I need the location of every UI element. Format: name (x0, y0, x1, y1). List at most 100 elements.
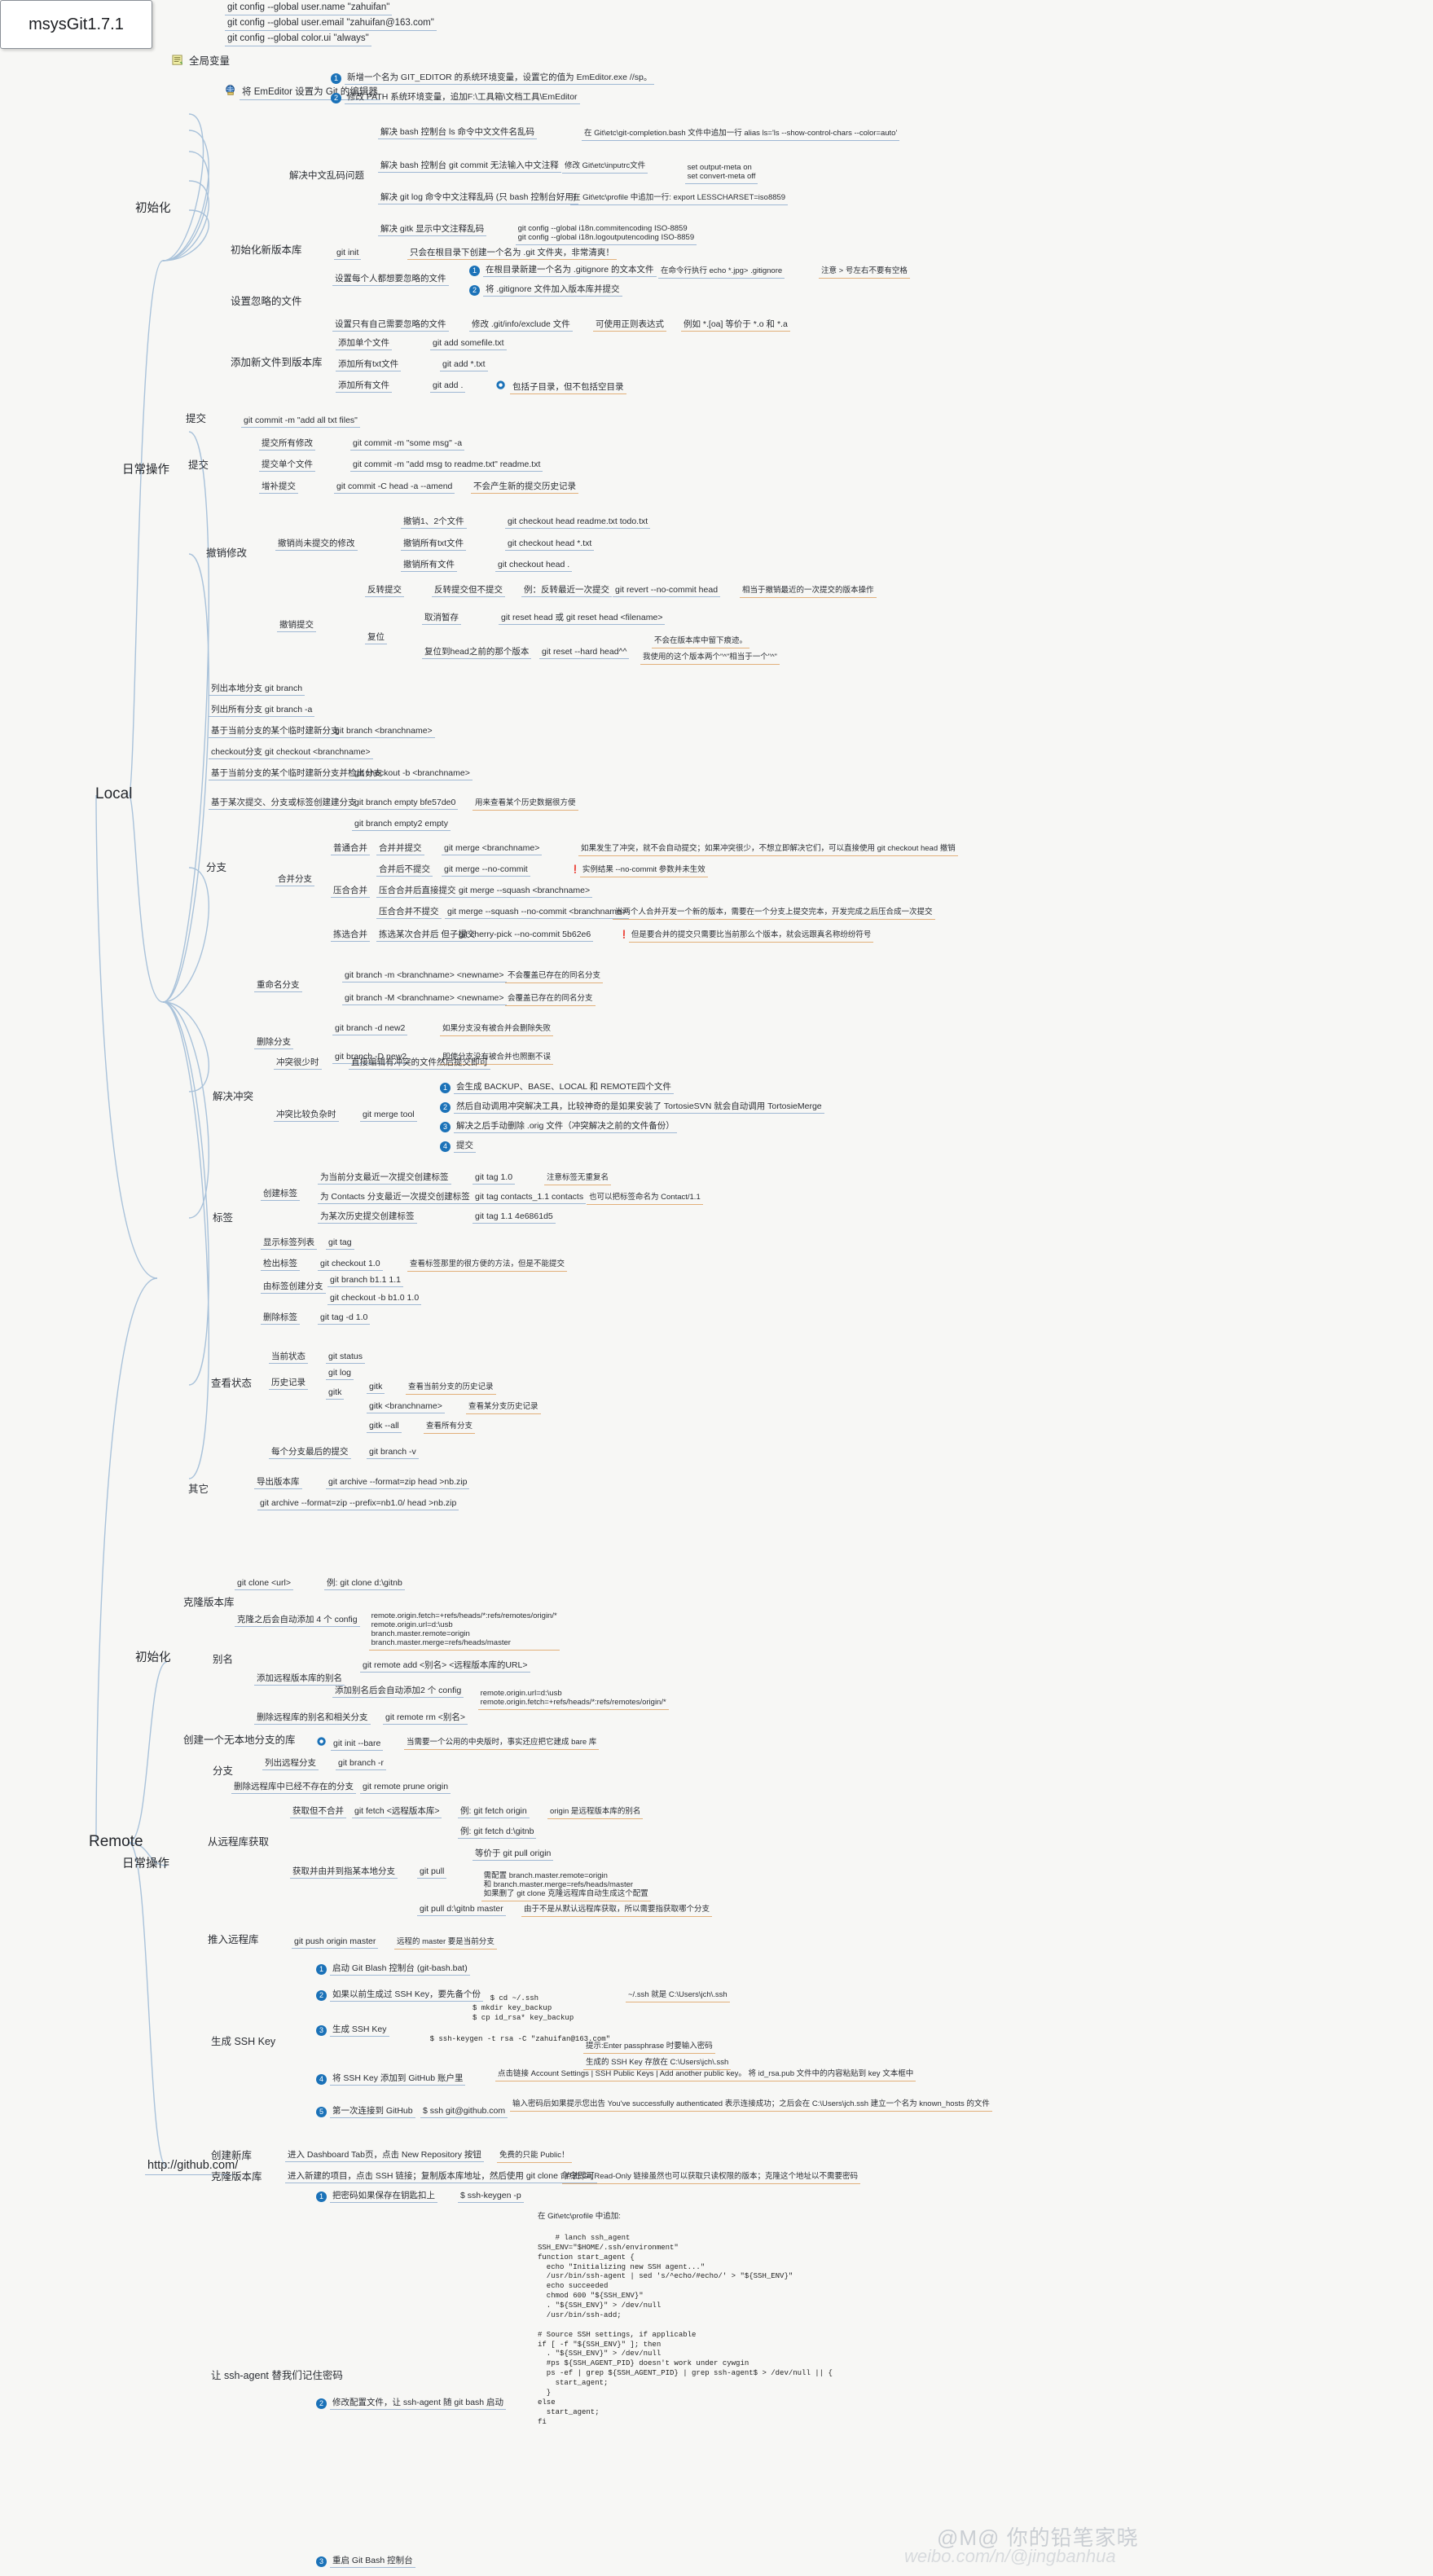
remote-alias-remove[interactable]: 删除远程库的别名和相关分支 (254, 1712, 371, 1725)
tag-cmd-3[interactable]: git tag (326, 1237, 354, 1251)
commit-item-0[interactable]: 提交所有修改 (259, 437, 315, 451)
encoding-item-1[interactable]: 解决 bash 控制台 git commit 无法输入中文注释 (378, 160, 561, 174)
sshagent-code-intro[interactable]: 在 Git\etc\profile 中追加: (538, 2212, 621, 2222)
rename-cmd-1[interactable]: git branch -M <branchname> <newname> (342, 992, 507, 1006)
br-cmd-6[interactable]: git branch empty2 empty (352, 818, 451, 832)
tag-note-1[interactable]: 也可以把标签命名为 Contact/1.1 (587, 1193, 703, 1205)
status-gitk-1[interactable]: gitk <branchname> (367, 1400, 445, 1414)
conflict-step-2[interactable]: 2 然后自动调用冲突解决工具，比较神奇的是如果安装了 TortosieSVN 就会… (440, 1101, 824, 1114)
other-cmd-1[interactable]: git archive --format=zip --prefix=nb1.0/… (257, 1497, 459, 1511)
merge-sub-0[interactable]: 合并并提交 (376, 842, 424, 856)
status-cmd-0[interactable]: git status (326, 1351, 366, 1365)
remote-alias-add-cmd[interactable]: git remote add <别名> <远程版本库的URL> (360, 1659, 530, 1673)
add-item-2[interactable]: 添加所有文件 (336, 380, 392, 393)
local-init[interactable]: 初始化 (133, 201, 174, 218)
remote-clone-example[interactable]: 例: git clone d:\gitnb (324, 1577, 405, 1591)
remote-bare-note[interactable]: 当需要一个公用的中央版时，事实还应把它建成 bare 库 (404, 1738, 600, 1750)
ignore-everyone-step-1-detail[interactable]: 在命令行执行 echo *.jpg> .gitignore (658, 266, 785, 279)
remote-br-cmd-1[interactable]: git remote prune origin (360, 1781, 451, 1795)
conflict-node[interactable]: 解决冲突 (210, 1090, 256, 1104)
gv-item-1[interactable]: git config --global user.email "zahuifan… (225, 17, 437, 32)
add-node[interactable]: 添加新文件到版本库 (228, 356, 325, 370)
remote-fetch-example-1[interactable]: 例: git fetch d:\gitnb (458, 1826, 537, 1840)
tag-item-5[interactable]: 由标签创建分支 (261, 1281, 326, 1295)
remote-daily[interactable]: 日常操作 (120, 1857, 172, 1873)
newrepo-detail[interactable]: 进入 Dashboard Tab页，点击 New Repository 按钮 (285, 2149, 484, 2163)
br-item-1[interactable]: 列出所有分支 (209, 704, 265, 718)
tag-item-4[interactable]: 检出标签 (261, 1258, 300, 1272)
init-repo-node[interactable]: 初始化新版本库 (228, 244, 305, 257)
tag-cmd-4[interactable]: git checkout 1.0 (318, 1258, 383, 1272)
undo-committed[interactable]: 撤销提交 (277, 619, 316, 633)
other-node[interactable]: 其它 (186, 1483, 211, 1497)
remote-fetch-item-0[interactable]: 获取但不合并 (290, 1805, 346, 1819)
ssh-node[interactable]: 生成 SSH Key (209, 2035, 278, 2049)
emeditor-step-1[interactable]: 1 新增一个名为 GIT_EDITOR 的系统环境变量，设置它的值为 EmEdit… (331, 72, 655, 86)
ignore-everyone-step-1[interactable]: 1 在根目录新建一个名为 .gitignore 的文本文件 (469, 264, 657, 278)
commit-cmd-0[interactable]: git commit -m "some msg" -a (350, 437, 465, 451)
remote-fetch-cmd-0[interactable]: git fetch <远程版本库> (352, 1805, 442, 1819)
ignore-node[interactable]: 设置忽略的文件 (228, 295, 305, 309)
ssh-step-5-cmd[interactable]: $ ssh git@github.com (420, 2105, 508, 2119)
merge-sub-1[interactable]: 合并后不提交 (376, 864, 433, 877)
undo-unc-item-0[interactable]: 撤销1、2个文件 (401, 516, 467, 530)
conflict-few[interactable]: 冲突很少时 (274, 1057, 322, 1070)
br-cmd-1[interactable]: git branch -a (262, 704, 315, 718)
remote-fetch-item-2[interactable]: 获取并由并到指某本地分支 (290, 1866, 398, 1879)
sshagent-step-1-cmd[interactable]: $ ssh-keygen -p (458, 2190, 524, 2204)
tag-cmd-6[interactable]: git tag -d 1.0 (318, 1312, 371, 1325)
tag-node[interactable]: 标签 (210, 1211, 235, 1225)
branch-local[interactable]: Local (93, 785, 134, 805)
remote-clone-node[interactable]: 克隆版本库 (181, 1596, 237, 1610)
tag-cmd-1[interactable]: git tag contacts_1.1 contacts (473, 1191, 587, 1205)
br-cmd-4[interactable]: git checkout -b <branchname> (352, 767, 473, 781)
undo-reset-cmd-1[interactable]: git reset --hard head^^ (539, 646, 630, 660)
remote-fetch-note-2a[interactable]: 等价于 git pull origin (473, 1848, 554, 1862)
init-repo-note[interactable]: 只会在根目录下创建一个名为 .git 文件夹，非常清爽！ (407, 247, 617, 261)
emeditor-step-2[interactable]: 2 修改 PATH 系统环境变量，追加F:\工具箱\文档工具\EmEditor (331, 91, 580, 105)
br-note-5[interactable]: 用来查看某个历史数据很方便 (473, 798, 578, 811)
ssh-step-1[interactable]: 1 启动 Git Blash 控制台 (git-bash.bat) (316, 1963, 470, 1976)
tag-cmd-5[interactable]: git checkout -b b1.0 1.0 (327, 1292, 422, 1306)
tag-item-3[interactable]: 显示标签列表 (261, 1237, 317, 1251)
encoding-detail-1[interactable]: 修改 Git\etc\inputrc文件 (562, 161, 648, 174)
remote-br-cmd-0[interactable]: git branch -r (336, 1757, 387, 1771)
ssh-step-3-note1[interactable]: 提示:Enter passphrase 时要输入密码 (583, 2042, 715, 2054)
gv-item-2[interactable]: git config --global color.ui "always" (225, 33, 371, 47)
br-item-0[interactable]: 列出本地分支 (209, 683, 265, 697)
undo-reset-item-1[interactable]: 复位到head之前的那个版本 (422, 646, 532, 660)
merge-node[interactable]: 合并分支 (275, 873, 314, 887)
br-item-3[interactable]: checkout分支 (209, 746, 266, 760)
branch-remote[interactable]: Remote (86, 1832, 146, 1853)
ssh-step-3[interactable]: 3 生成 SSH Key (316, 2024, 389, 2038)
merge-sub-2[interactable]: 压合合并后直接提交 (376, 885, 459, 899)
tag-item-6[interactable]: 删除标签 (261, 1312, 300, 1325)
remote-clone-detail[interactable]: 克隆之后会自动添加 4 个 config (235, 1614, 360, 1628)
undo-unc-cmd-0[interactable]: git checkout head readme.txt todo.txt (505, 516, 651, 530)
undo-unc-item-1[interactable]: 撤销所有txt文件 (401, 538, 467, 552)
newrepo-note[interactable]: 免费的只能 Public！ (497, 2151, 572, 2163)
status-gitk-2[interactable]: gitk --all (367, 1420, 402, 1434)
remote-push-note[interactable]: 远程的 master 要是当前分支 (394, 1937, 497, 1950)
remote-bare-cmd[interactable]: git init --bare (316, 1736, 384, 1752)
undo-revert-example[interactable]: 例：反转最近一次提交 (521, 584, 612, 598)
status-item-0[interactable]: 当前状态 (269, 1351, 308, 1365)
undo-reset-note-1b[interactable]: 我使用的这个版本两个"^"相当于一个"^" (640, 653, 780, 665)
undo-revert-cmd[interactable]: git revert --no-commit head (613, 584, 721, 598)
ssh-step-5[interactable]: 5 第一次连接到 GitHub (316, 2105, 415, 2119)
merge-item-0[interactable]: 普通合并 (331, 842, 370, 856)
remote-branch-node[interactable]: 分支 (210, 1765, 235, 1778)
status-cmd-1[interactable]: git log (326, 1367, 354, 1381)
tag-sub-2[interactable]: 为某次历史提交创建标签 (318, 1211, 417, 1224)
remote-fetch-example-0[interactable]: 例: git fetch origin (458, 1805, 530, 1819)
undo-unc-cmd-1[interactable]: git checkout head *.txt (505, 538, 595, 552)
undo-unc-item-2[interactable]: 撤销所有文件 (401, 559, 457, 573)
status-cmd-3[interactable]: git branch -v (367, 1446, 419, 1460)
remote-alias-add[interactable]: 添加远程版本库的别名 (254, 1673, 345, 1686)
merge-sub-3[interactable]: 压合合并不提交 (376, 906, 442, 920)
remote-br-item-1[interactable]: 删除远程库中已经不存在的分支 (231, 1781, 356, 1795)
ssh-step-3-code[interactable]: $ ssh-keygen -t rsa -C "zahuifan@163.com… (412, 2025, 610, 2055)
status-gitk-note-2[interactable]: 查看所有分支 (424, 1422, 476, 1434)
delbranch-note-0[interactable]: 如果分支没有被合并会删除失败 (440, 1024, 554, 1036)
ssh-step-4-note[interactable]: 点击链接 Account Settings | SSH Public Keys … (495, 2069, 917, 2081)
